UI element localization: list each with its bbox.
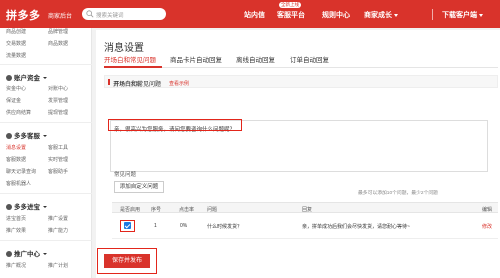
- megaphone-icon: [6, 251, 12, 258]
- faq-label: 常见问题: [114, 172, 137, 178]
- sidebar-item-promo-effect[interactable]: 推广效果: [6, 227, 26, 234]
- chevron-down-icon: [43, 206, 47, 209]
- sidebar-item-promo-overview[interactable]: 推广概况: [6, 262, 26, 269]
- row-index: 1: [154, 223, 157, 229]
- row-reply: 亲，拼单成功后我们会尽快发货，请您耐心等待~: [302, 224, 410, 230]
- sidebar-item-traffic-data[interactable]: 流量数据: [6, 52, 26, 59]
- opening-text-label: 开场白文案: [114, 82, 142, 88]
- sidebar-section-promotion-title: 推广中心: [14, 251, 40, 258]
- row-edit-link[interactable]: 修改: [482, 223, 492, 230]
- sidebar-section-duoduo-jinbao[interactable]: 多多进宝: [6, 201, 47, 211]
- nav-divider: [432, 9, 433, 20]
- row-question: 什么时候发货？: [207, 224, 243, 230]
- sidebar-item-fund-center[interactable]: 资金中心: [6, 85, 26, 92]
- sidebar-item-goods-data[interactable]: 商品数据: [48, 40, 68, 47]
- chevron-down-icon: [394, 13, 398, 17]
- search-icon: [86, 10, 94, 18]
- sidebar-item-promo-plan[interactable]: 推广计划: [48, 262, 68, 269]
- sidebar-item-withdraw[interactable]: 提现管理: [48, 109, 68, 116]
- header-index: 序号: [151, 207, 162, 213]
- sidebar-item-reconcile[interactable]: 对账中心: [48, 85, 68, 92]
- gift-icon: [6, 204, 12, 211]
- nav-download-client[interactable]: 下载客户端: [442, 10, 483, 20]
- nav-messages[interactable]: 站内信: [244, 10, 265, 20]
- sidebar-item-deposit[interactable]: 保证金: [6, 97, 21, 104]
- header-click-rate: 点击率: [179, 207, 195, 213]
- sidebar-item-promo-settings[interactable]: 推广设置: [48, 215, 68, 222]
- header-reply: 回复: [302, 207, 313, 213]
- sidebar-item-cs-assistant[interactable]: 客服助手: [48, 168, 68, 175]
- sidebar-divider: [0, 193, 92, 194]
- sidebar-item-message-settings[interactable]: 消息设置: [6, 144, 26, 151]
- logo-subtitle: 商家后台: [48, 14, 73, 20]
- sidebar-section-customer-service-title: 多多客服: [14, 133, 40, 140]
- tab-product-card-reply[interactable]: 商品卡片自动回复: [170, 54, 222, 64]
- sidebar-item-promo-ability[interactable]: 推广能力: [48, 227, 68, 234]
- view-example-link[interactable]: 查看示例: [169, 80, 189, 87]
- sidebar-item-goods-create[interactable]: 商品创建: [6, 28, 26, 35]
- highlight-box: [108, 119, 242, 131]
- nav-customer-service[interactable]: 客服平台: [277, 10, 305, 20]
- sidebar-divider: [0, 122, 92, 123]
- active-tab-indicator: [104, 66, 162, 68]
- nav-merchant-growth[interactable]: 商家成长: [364, 10, 398, 20]
- sidebar: 商品创建 品牌管理 交易数据 商品数据 流量数据 账户资金 资金中心 对账中心 …: [0, 28, 92, 278]
- wallet-icon: [6, 75, 12, 82]
- chevron-down-icon: [479, 13, 483, 17]
- top-bar: 拼多多 商家后台 搜索关键词 站内信 全新上线 客服平台 规则中心 商家成长 下…: [0, 0, 500, 28]
- sidebar-divider: [0, 240, 92, 241]
- tab-opening-faq[interactable]: 开场白和常见问题: [104, 54, 156, 64]
- sidebar-item-invoice[interactable]: 发票管理: [48, 97, 68, 104]
- chat-icon: [6, 133, 12, 140]
- row-click-rate: 0%: [180, 223, 188, 229]
- header-edit: 编辑: [482, 207, 493, 213]
- nav-download-client-label: 下载客户端: [442, 12, 477, 19]
- header-question: 问题: [207, 207, 218, 213]
- tab-order-reply[interactable]: 订单自动回复: [290, 54, 329, 64]
- nav-merchant-growth-label: 商家成长: [364, 12, 392, 19]
- page-title: 消息设置: [104, 43, 144, 54]
- search-input[interactable]: 搜索关键词: [82, 8, 166, 20]
- sidebar-item-brand[interactable]: 品牌管理: [48, 28, 68, 35]
- sidebar-item-realtime[interactable]: 实时管理: [48, 156, 68, 163]
- sidebar-item-trade-data[interactable]: 交易数据: [6, 40, 26, 47]
- table-row: 1 0% 什么时候发货？ 亲，拼单成功后我们会尽快发货，请您耐心等待~ 修改: [112, 213, 498, 239]
- nav-rules-center[interactable]: 规则中心: [322, 10, 350, 20]
- tab-divider: [104, 67, 498, 68]
- sidebar-section-customer-service[interactable]: 多多客服: [6, 130, 47, 140]
- table-header: 是否启用 序号 点击率 问题 回复 编辑: [112, 202, 498, 213]
- section-header: 开场白和常见问题 查看示例: [104, 75, 498, 88]
- chevron-down-icon: [43, 253, 47, 256]
- header-enabled: 是否启用: [120, 207, 141, 213]
- search-placeholder: 搜索关键词: [96, 13, 124, 19]
- sidebar-section-promotion[interactable]: 推广中心: [6, 248, 47, 258]
- section-marker: [108, 79, 110, 85]
- add-custom-question-button[interactable]: 添加自定义问题: [114, 181, 164, 193]
- sidebar-item-cs-robot[interactable]: 客服机器人: [6, 180, 31, 187]
- sidebar-item-cs-tools[interactable]: 客服工具: [48, 144, 68, 151]
- highlight-box: [97, 248, 157, 274]
- sidebar-item-jinbao-home[interactable]: 进宝首页: [6, 215, 26, 222]
- chevron-down-icon: [43, 135, 47, 138]
- question-limit-hint: 最多可以添加10个问题，最少2个问题: [358, 191, 438, 196]
- sidebar-item-cs-data[interactable]: 客服数据: [6, 156, 26, 163]
- chevron-down-icon: [43, 77, 47, 80]
- highlight-box: [120, 220, 135, 232]
- sidebar-item-supplier-settle[interactable]: 供应商结算: [6, 109, 31, 116]
- new-badge: 全新上线: [279, 2, 301, 8]
- sidebar-section-duoduo-jinbao-title: 多多进宝: [14, 204, 40, 211]
- logo[interactable]: 拼多多: [6, 7, 41, 23]
- sidebar-divider: [0, 64, 92, 65]
- sidebar-section-account[interactable]: 账户资金: [6, 72, 47, 82]
- sidebar-item-chat-history[interactable]: 聊天记录查询: [6, 168, 36, 175]
- tab-offline-reply[interactable]: 离线自动回复: [236, 54, 275, 64]
- sidebar-section-account-title: 账户资金: [14, 75, 40, 82]
